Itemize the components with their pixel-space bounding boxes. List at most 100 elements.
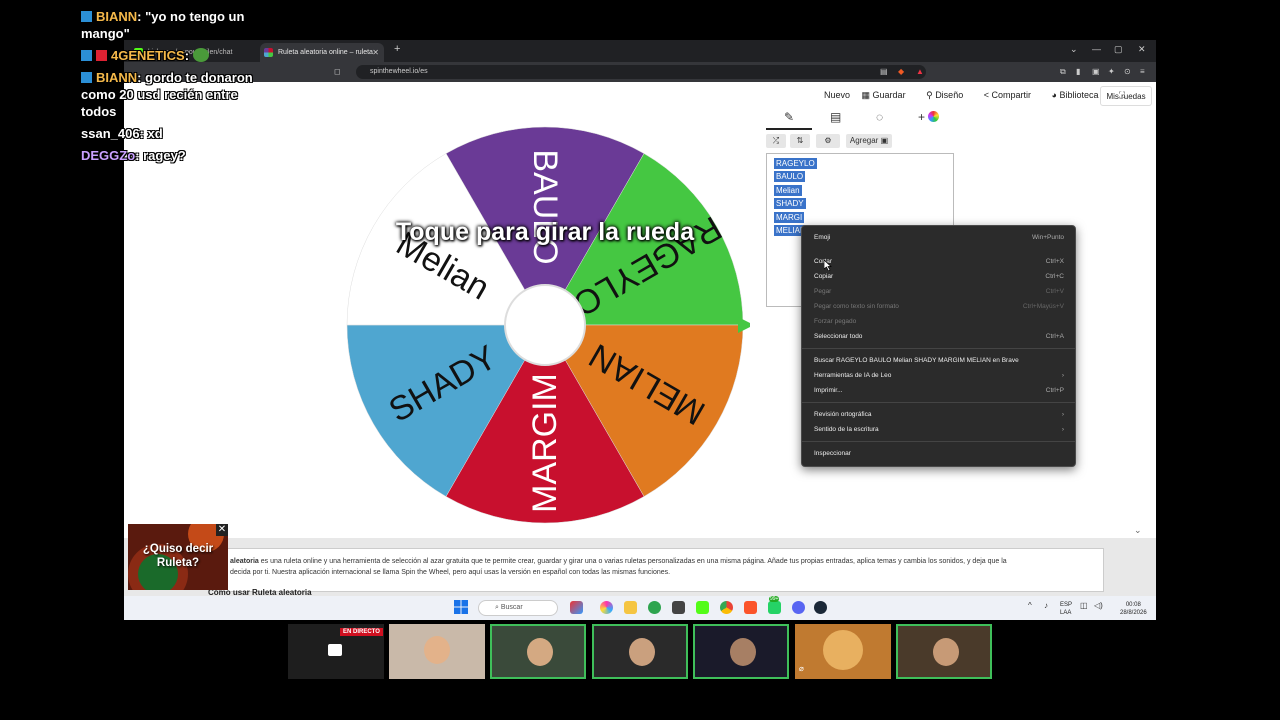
menu-item-emoji[interactable]: Emoji Win+Punto [814,232,1064,244]
add-color-icon[interactable]: + [918,110,940,124]
entry-line: SHADY [774,198,806,209]
microphone-icon[interactable]: ♪ [1044,601,1048,610]
mis-ruedas-button[interactable]: Mis ruedas [1100,86,1152,106]
volume-icon[interactable]: ◁) [1094,601,1103,610]
active-tab-indicator [766,128,812,130]
popup-text: ¿Quiso decir Ruleta? [142,543,214,569]
tray-chevron-up-icon[interactable]: ^ [1028,601,1032,610]
person-icon [629,638,655,666]
windows-start-icon[interactable] [454,600,468,614]
spotify-icon[interactable] [648,601,661,614]
wheel-svg[interactable]: BAULORAGEYLOMELIANMARGIMSHADYMelian [340,120,754,530]
menu-item-inspeccionar[interactable]: Inspeccionar [814,448,1064,460]
reader-icon[interactable]: ▤ [880,67,888,76]
clock[interactable]: 00:08 28/8/2026 [1120,601,1147,617]
chevron-right-icon: › [1061,426,1064,433]
tab-label: Ruleta aleatoria online – ruleta [278,49,373,56]
menu-item-copiar[interactable]: Copiar Ctrl+C [814,271,1064,283]
bookmark-icon[interactable]: ◻ [334,67,341,76]
minimize-icon[interactable]: — [1092,44,1101,54]
agregar-button[interactable]: Agregar ▣ [846,134,892,148]
entry-line: MARGI [774,212,805,223]
whatsapp-icon[interactable] [768,601,781,614]
url-field[interactable]: spinthewheel.io/es [356,65,926,79]
vpn-icon[interactable]: ⊙ [1124,67,1131,76]
nuevo-button[interactable]: Nuevo [824,90,850,100]
shuffle-button[interactable]: ⤮ [766,134,786,148]
discord-icon[interactable] [792,601,805,614]
folder-icon[interactable] [624,601,637,614]
menu-item-leo[interactable]: Herramientas de IA de Leo › [814,370,1064,382]
clipboard-icon[interactable]: ▤ [830,110,841,124]
tab-strip: kick.com/popout/...ilen/chat Ruleta alea… [124,40,1156,62]
webcam-4 [693,624,789,679]
menu-icon[interactable]: ≡ [1140,67,1145,76]
maximize-icon[interactable]: ▢ [1114,44,1123,55]
wallet-icon[interactable]: ▣ [1092,67,1100,76]
chevron-down-icon[interactable]: ⌄ [1134,525,1142,536]
wheel-center[interactable] [504,284,586,366]
widget-icon[interactable] [570,601,583,614]
brave-icon[interactable] [744,601,757,614]
app-icon[interactable] [672,601,685,614]
muted-mic-icon: ⌀ [799,664,804,673]
chrome-icon[interactable] [720,601,733,614]
chat-bubble-icon [328,644,342,656]
kick-badge-icon [81,72,92,83]
menu-item-pegar[interactable]: Pegar Ctrl+V [814,286,1064,298]
menu-item-forzar-pegado[interactable]: Forzar pegado [814,316,1064,328]
context-menu: Emoji Win+Punto Cortar Ctrl+X Copiar Ctrl+C… [801,225,1076,467]
hidden-eye-icon[interactable]: ◌ [876,110,883,124]
guardar-button[interactable]: ▦ Guardar [862,90,915,100]
menu-item-seleccionar-todo[interactable]: Seleccionar todo Ctrl+A [814,331,1064,343]
top-menu: Nuevo ▦ Guardar ⚲ Diseño < Compartir ◕ B… [824,90,1134,104]
rewards-icon[interactable]: ▲ [916,67,924,76]
stream-chat: BIANN: "yo no tengo un mango" 4GENETICS:… [81,8,271,169]
leo-icon[interactable]: ✦ [1108,67,1115,76]
menu-item-pegar-sin-formato[interactable]: Pegar como texto sin formato Ctrl+Mayús+V [814,301,1064,313]
info-text: aleatoria es una ruleta online y una her… [230,558,1007,576]
new-tab-icon[interactable]: + [394,43,400,55]
close-tab-icon[interactable]: ✕ [372,43,379,62]
menu-separator [802,348,1075,349]
network-icon[interactable]: ◫ [1080,601,1088,610]
sort-button[interactable]: ⇅ [790,134,810,148]
spin-wheel[interactable]: BAULO RAGEYLO MELIAN MARGIM SHADY Melian [340,120,754,530]
chat-message: BIANN: "yo no tengo un mango" [81,9,245,41]
wheel-segment-label: BAULO [526,149,564,264]
menu-item-cortar[interactable]: Cortar Ctrl+X [814,256,1064,268]
taskbar-search[interactable]: ⌕ Buscar [478,600,558,616]
sidebar-icon[interactable]: ▮ [1076,67,1080,76]
kick-badge-icon [81,50,92,61]
spin-instruction[interactable]: Toque para girar la rueda [340,218,750,247]
brave-shield-icon[interactable]: ◆ [898,67,904,76]
kick-badge-icon [81,11,92,22]
close-icon[interactable]: ✕ [216,524,228,536]
copilot-icon[interactable] [600,601,613,614]
menu-item-sentido[interactable]: Sentido de la escritura › [814,424,1064,436]
extensions-icon[interactable]: ⧉ [1060,67,1066,77]
roulette-popup[interactable]: ¿Quiso decir Ruleta? [128,524,228,590]
compartir-button[interactable]: < Compartir [984,90,1040,100]
close-window-icon[interactable]: ✕ [1138,44,1146,55]
kick-icon[interactable] [696,601,709,614]
menu-item-buscar[interactable]: Buscar RAGEYLO BAULO Melian SHADY MARGIM… [814,355,1064,367]
person-icon [933,638,959,666]
page-content: Nuevo ▦ Guardar ⚲ Diseño < Compartir ◕ B… [124,82,1156,618]
steam-icon[interactable] [814,601,827,614]
avatar-icon [823,630,863,670]
settings-gear-icon[interactable]: ⚙ [816,134,840,148]
tab-search-icon[interactable]: ⌄ [1070,44,1078,55]
windows-taskbar: ⌕ Buscar 99+ ^ ♪ ESP LAA ◫ ◁) 00:08 28/8/2… [124,596,1156,620]
webcam-1 [389,624,485,679]
menu-separator [802,402,1075,403]
menu-item-imprimir[interactable]: Imprimir... Ctrl+P [814,385,1064,397]
diseno-button[interactable]: ⚲ Diseño [926,90,972,100]
pencil-icon[interactable]: ✎ [784,110,794,124]
chat-message: DEGGZo: ragey? [81,148,186,163]
menu-item-revision[interactable]: Revisión ortográfica › [814,409,1064,421]
mouse-cursor-icon [824,260,832,271]
webcam-2 [490,624,586,679]
tab-ruleta[interactable]: Ruleta aleatoria online – ruleta ✕ [260,43,384,62]
language-indicator[interactable]: ESP LAA [1060,601,1072,617]
